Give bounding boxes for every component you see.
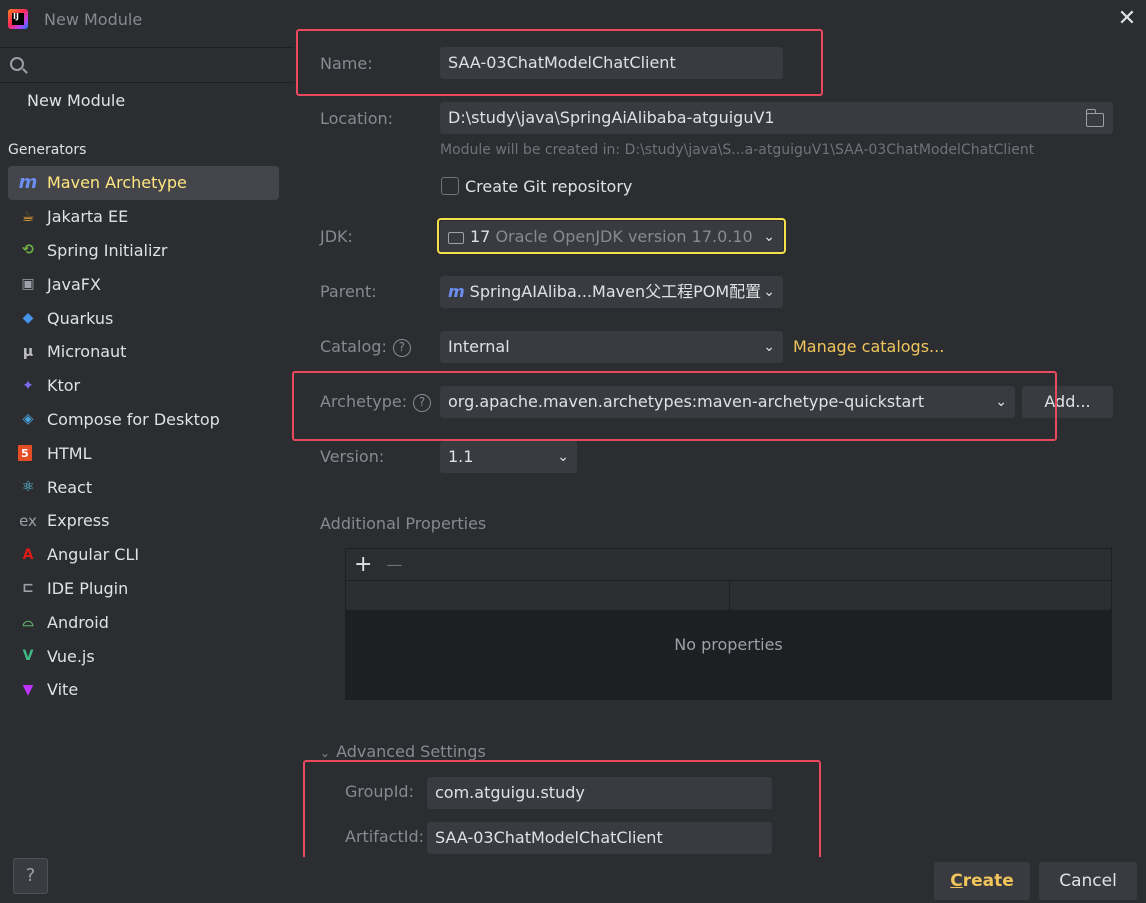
- parent-value: SpringAIAliba...Maven父工程POM配置: [469, 282, 762, 301]
- sidebar-item-label: Compose for Desktop: [47, 409, 220, 429]
- chevron-down-icon: ⌄: [763, 339, 775, 355]
- version-dropdown[interactable]: 1.1 ⌄: [440, 441, 577, 473]
- chevron-down-icon: ⌄: [763, 284, 775, 300]
- properties-toolbar: + —: [346, 549, 1111, 581]
- sidebar-item-spring-initializr[interactable]: ⟲ Spring Initializr: [8, 234, 279, 268]
- git-repository-label: Create Git repository: [465, 177, 633, 196]
- sidebar-item-label: Jakarta EE: [47, 207, 129, 227]
- version-value: 1.1: [448, 447, 474, 466]
- location-label: Location:: [320, 109, 394, 128]
- sidebar-item-vite[interactable]: ▼ Vite: [8, 673, 279, 707]
- chevron-down-icon: ⌄: [557, 449, 569, 465]
- dialog-footer: Create Cancel: [294, 857, 1146, 903]
- sidebar-item-label: Angular CLI: [47, 545, 140, 565]
- sidebar-item-micronaut[interactable]: μ Micronaut: [8, 335, 279, 369]
- location-value: D:\study\java\SpringAiAlibaba-atguiguV1: [448, 108, 775, 127]
- sidebar-item-html[interactable]: 5 HTML: [8, 436, 279, 470]
- window-title: New Module: [44, 10, 143, 29]
- catalog-label: Catalog:?: [320, 337, 411, 357]
- properties-table: + — No properties: [345, 548, 1112, 700]
- sidebar-item-jakarta-ee[interactable]: ☕ Jakarta EE: [8, 200, 279, 234]
- vite-icon: ▼: [22, 681, 34, 698]
- sidebar-item-label: JavaFX: [47, 274, 101, 294]
- location-hint: Module will be created in: D:\study\java…: [440, 142, 1035, 158]
- catalog-value: Internal: [448, 337, 510, 356]
- parent-label: Parent:: [320, 282, 377, 301]
- catalog-dropdown[interactable]: Internal ⌄: [440, 331, 783, 363]
- sidebar-item-ide-plugin[interactable]: ⊏ IDE Plugin: [8, 572, 279, 606]
- create-button[interactable]: Create: [934, 862, 1030, 900]
- sidebar-item-label: Android: [47, 612, 109, 632]
- sidebar-item-ktor[interactable]: ✦ Ktor: [8, 369, 279, 403]
- sidebar-item-label: Maven Archetype: [47, 173, 187, 193]
- maven-icon: m: [448, 282, 465, 301]
- sidebar-item-vue-js[interactable]: V Vue.js: [8, 639, 279, 673]
- generators-list: m Maven Archetype ☕ Jakarta EE ⟲ Spring Initi…: [8, 166, 279, 707]
- sidebar-item-android[interactable]: ⌓ Android: [8, 605, 279, 639]
- html5-icon: 5: [18, 445, 32, 462]
- javafx-icon: ▣: [21, 276, 35, 293]
- catalog-help-icon[interactable]: ?: [392, 338, 411, 357]
- sidebar-item-new-module[interactable]: New Module: [27, 91, 125, 110]
- sidebar-item-express[interactable]: ex Express: [8, 504, 279, 538]
- archetype-highlight: [292, 371, 1057, 441]
- chevron-down-icon: ⌄: [320, 746, 331, 760]
- sidebar-item-label: React: [47, 477, 93, 497]
- search-icon: [10, 57, 24, 71]
- parent-dropdown[interactable]: m SpringAIAliba...Maven父工程POM配置 ⌄: [440, 276, 783, 308]
- remove-property-button[interactable]: —: [386, 555, 402, 574]
- sidebar-item-quarkus[interactable]: ◆ Quarkus: [8, 301, 279, 335]
- sidebar: New Module Generators m Maven Archetype ☕ J…: [0, 42, 294, 903]
- sidebar-item-javafx[interactable]: ▣ JavaFX: [8, 267, 279, 301]
- quarkus-icon: ◆: [22, 310, 34, 327]
- sidebar-item-label: HTML: [47, 443, 92, 463]
- express-icon: ex: [19, 511, 37, 530]
- sidebar-item-compose-for-desktop[interactable]: ◈ Compose for Desktop: [8, 403, 279, 437]
- jakarta-icon: ☕: [21, 208, 35, 225]
- sidebar-item-label: Ktor: [47, 376, 81, 396]
- maven-icon: m: [18, 172, 38, 194]
- spring-icon: ⟲: [22, 242, 34, 259]
- sidebar-item-label: Spring Initializr: [47, 240, 168, 260]
- properties-empty-text: No properties: [346, 611, 1111, 699]
- sidebar-item-label: Vue.js: [47, 646, 95, 666]
- manage-catalogs-link[interactable]: Manage catalogs...: [793, 337, 944, 356]
- add-property-button[interactable]: +: [354, 552, 372, 577]
- jdk-highlight: [437, 218, 786, 254]
- advanced-settings-toggle[interactable]: ⌄ Advanced Settings: [320, 742, 486, 761]
- sidebar-item-label: Express: [47, 511, 110, 531]
- sidebar-item-label: Quarkus: [47, 308, 114, 328]
- sidebar-item-react[interactable]: ⚛ React: [8, 470, 279, 504]
- browse-folder-icon[interactable]: [1085, 109, 1104, 127]
- ktor-icon: ✦: [22, 377, 34, 394]
- cancel-button[interactable]: Cancel: [1039, 862, 1137, 900]
- sidebar-item-angular-cli[interactable]: A Angular CLI: [8, 538, 279, 572]
- sidebar-item-maven-archetype[interactable]: m Maven Archetype: [8, 166, 279, 200]
- android-icon: ⌓: [22, 614, 34, 631]
- micronaut-icon: μ: [22, 343, 34, 360]
- jdk-label: JDK:: [320, 227, 353, 246]
- module-form: Name: SAA-03ChatModelChatClient Location…: [292, 29, 1146, 878]
- intellij-logo-icon: IJ: [8, 9, 28, 29]
- vue-icon: V: [22, 648, 34, 665]
- sidebar-item-label: Vite: [47, 680, 79, 700]
- properties-header: [346, 581, 1111, 611]
- version-label: Version:: [320, 447, 385, 466]
- react-icon: ⚛: [21, 479, 35, 496]
- sidebar-item-label: Micronaut: [47, 342, 127, 362]
- name-highlight: [296, 29, 823, 96]
- sidebar-search-input[interactable]: [0, 47, 294, 83]
- help-button[interactable]: ?: [13, 858, 48, 894]
- plugin-icon: ⊏: [22, 580, 34, 597]
- location-input[interactable]: D:\study\java\SpringAiAlibaba-atguiguV1: [440, 102, 1113, 134]
- sidebar-item-label: IDE Plugin: [47, 578, 129, 598]
- additional-properties-label: Additional Properties: [320, 514, 487, 533]
- angular-icon: A: [22, 546, 34, 563]
- git-repository-checkbox[interactable]: [441, 177, 459, 195]
- close-icon[interactable]: ✕: [1116, 8, 1138, 30]
- compose-icon: ◈: [22, 411, 34, 428]
- generators-section-label: Generators: [8, 142, 87, 158]
